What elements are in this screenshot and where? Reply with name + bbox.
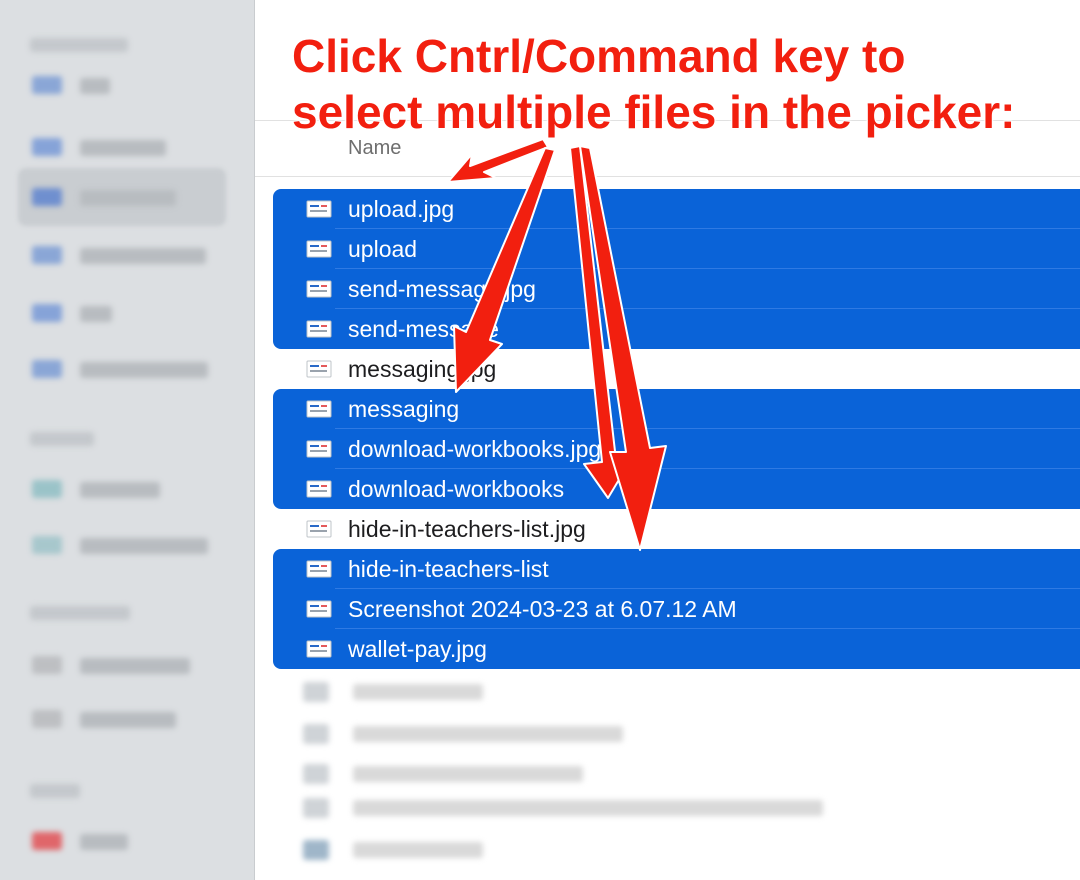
image-thumbnail-icon [306,520,332,538]
blurred-file-row[interactable] [273,756,873,790]
sidebar-item-label [80,190,176,206]
sidebar-item-label [80,248,206,264]
folder-icon [32,76,62,94]
blurred-file-row[interactable] [273,790,873,824]
sidebar-item[interactable] [0,180,254,214]
sidebar-item-label [80,482,160,498]
sidebar [0,0,255,880]
file-name: Screenshot 2024-03-23 at 6.07.12 AM [348,596,737,622]
image-thumbnail-icon [306,480,332,498]
instruction-annotation: Click Cntrl/Command key to select multip… [291,28,1016,140]
image-thumbnail-icon [306,360,332,378]
tag-icon [32,656,62,674]
sidebar-section-header [30,784,80,798]
image-thumbnail-icon [306,600,332,618]
sidebar-section-header [30,606,130,620]
file-name: download-workbooks.jpg [348,436,602,462]
folder-icon [32,360,62,378]
file-name: wallet-pay.jpg [348,636,487,662]
blurred-file-name [353,842,483,858]
file-row[interactable]: messaging.jpg [273,349,1080,389]
file-icon [303,764,329,784]
folder-icon [32,304,62,322]
image-thumbnail-icon [306,200,332,218]
folder-icon [32,246,62,264]
folder-icon [32,188,62,206]
file-row[interactable]: wallet-pay.jpg [273,629,1080,669]
sidebar-item[interactable] [0,352,254,386]
file-row[interactable]: Screenshot 2024-03-23 at 6.07.12 AM [273,589,1080,629]
blurred-file-name [353,800,823,816]
sidebar-item[interactable] [0,648,254,682]
file-row[interactable]: download-workbooks [273,469,1080,509]
sidebar-item[interactable] [0,702,254,736]
column-header-divider [255,176,1080,177]
sidebar-item[interactable] [0,824,254,858]
sidebar-item-label [80,658,190,674]
sidebar-item[interactable] [0,130,254,164]
annotation-line-2: select multiple files in the picker: [291,85,1016,139]
sidebar-item[interactable] [0,472,254,506]
image-thumbnail-icon [306,640,332,658]
location-icon [32,536,62,554]
file-row[interactable]: download-workbooks.jpg [273,429,1080,469]
file-icon [303,682,329,702]
file-name: hide-in-teachers-list.jpg [348,516,586,542]
column-header-name[interactable]: Name [348,137,401,160]
file-row[interactable]: upload.jpg [273,189,1080,229]
sidebar-item-label [80,538,208,554]
sidebar-item[interactable] [0,528,254,562]
blurred-file-name [353,766,583,782]
location-icon [32,480,62,498]
sidebar-item[interactable] [0,238,254,272]
sidebar-item-label [80,78,110,94]
sidebar-item-label [80,362,208,378]
tag-color-icon [32,832,62,850]
sidebar-item-label [80,306,112,322]
sidebar-item[interactable] [0,296,254,330]
file-name: send-message [348,316,499,342]
folder-icon [32,138,62,156]
file-row[interactable]: hide-in-teachers-list [273,549,1080,589]
image-thumbnail-icon [306,560,332,578]
annotation-line-1: Click Cntrl/Command key to [291,29,906,83]
blurred-file-row[interactable] [273,674,873,708]
image-thumbnail-icon [306,440,332,458]
file-row[interactable]: upload [273,229,1080,269]
tag-icon [32,710,62,728]
image-thumbnail-icon [306,320,332,338]
image-thumbnail-icon [306,280,332,298]
image-thumbnail-icon [306,240,332,258]
file-row[interactable]: hide-in-teachers-list.jpg [273,509,1080,549]
file-name: upload.jpg [348,196,455,222]
file-row[interactable]: messaging [273,389,1080,429]
file-icon [303,840,329,860]
file-name: hide-in-teachers-list [348,556,549,582]
blurred-file-row[interactable] [273,716,873,750]
sidebar-item-label [80,140,166,156]
file-row[interactable]: send-message [273,309,1080,349]
blurred-file-row[interactable] [273,832,873,866]
file-name: download-workbooks [348,476,565,502]
sidebar-item[interactable] [0,68,254,102]
file-name: messaging.jpg [348,356,497,382]
file-icon [303,798,329,818]
image-thumbnail-icon [306,400,332,418]
file-name: messaging [348,396,460,422]
sidebar-section-header [30,38,128,52]
sidebar-item-label [80,834,128,850]
file-name: upload [348,236,418,262]
sidebar-section-header [30,432,94,446]
file-row[interactable]: send-message.jpg [273,269,1080,309]
file-name: send-message.jpg [348,276,536,302]
blurred-file-name [353,684,483,700]
file-icon [303,724,329,744]
sidebar-item-label [80,712,176,728]
blurred-file-name [353,726,623,742]
